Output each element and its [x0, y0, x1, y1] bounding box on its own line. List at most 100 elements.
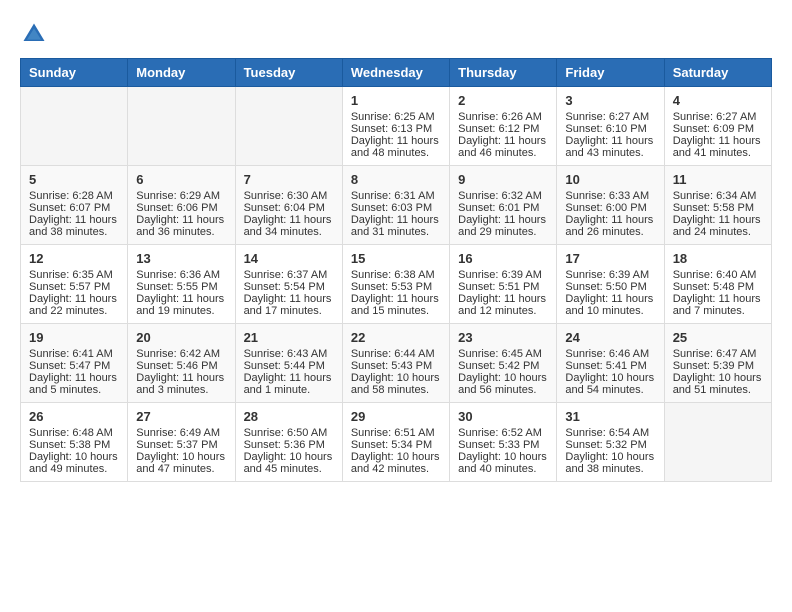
calendar-cell: 22Sunrise: 6:44 AMSunset: 5:43 PMDayligh…: [342, 324, 449, 403]
cell-text: Daylight: 11 hours and 38 minutes.: [29, 214, 119, 238]
cell-text: Sunrise: 6:33 AM: [565, 190, 655, 202]
cell-text: Daylight: 11 hours and 36 minutes.: [136, 214, 226, 238]
cell-text: Sunrise: 6:37 AM: [244, 269, 334, 281]
calendar-cell: 13Sunrise: 6:36 AMSunset: 5:55 PMDayligh…: [128, 245, 235, 324]
day-number: 1: [351, 93, 441, 108]
calendar-week-row: 26Sunrise: 6:48 AMSunset: 5:38 PMDayligh…: [21, 403, 772, 482]
day-number: 12: [29, 251, 119, 266]
day-number: 10: [565, 172, 655, 187]
cell-text: Sunrise: 6:50 AM: [244, 427, 334, 439]
calendar-cell: 3Sunrise: 6:27 AMSunset: 6:10 PMDaylight…: [557, 87, 664, 166]
calendar-cell: [664, 403, 771, 482]
cell-text: Daylight: 10 hours and 47 minutes.: [136, 451, 226, 475]
calendar-cell: 14Sunrise: 6:37 AMSunset: 5:54 PMDayligh…: [235, 245, 342, 324]
cell-text: Daylight: 11 hours and 48 minutes.: [351, 135, 441, 159]
cell-text: Daylight: 10 hours and 45 minutes.: [244, 451, 334, 475]
cell-text: Sunrise: 6:49 AM: [136, 427, 226, 439]
page-header: [20, 20, 772, 48]
calendar-cell: [21, 87, 128, 166]
cell-text: Sunset: 5:43 PM: [351, 360, 441, 372]
day-number: 17: [565, 251, 655, 266]
cell-text: Sunset: 6:13 PM: [351, 123, 441, 135]
cell-text: Sunrise: 6:31 AM: [351, 190, 441, 202]
day-number: 11: [673, 172, 763, 187]
cell-text: Sunrise: 6:41 AM: [29, 348, 119, 360]
cell-text: Daylight: 11 hours and 22 minutes.: [29, 293, 119, 317]
cell-text: Sunrise: 6:30 AM: [244, 190, 334, 202]
cell-text: Sunset: 5:51 PM: [458, 281, 548, 293]
calendar-cell: 27Sunrise: 6:49 AMSunset: 5:37 PMDayligh…: [128, 403, 235, 482]
cell-text: Sunset: 5:34 PM: [351, 439, 441, 451]
cell-text: Daylight: 10 hours and 54 minutes.: [565, 372, 655, 396]
calendar-cell: 12Sunrise: 6:35 AMSunset: 5:57 PMDayligh…: [21, 245, 128, 324]
calendar-cell: 19Sunrise: 6:41 AMSunset: 5:47 PMDayligh…: [21, 324, 128, 403]
cell-text: Sunset: 6:07 PM: [29, 202, 119, 214]
cell-text: Sunrise: 6:45 AM: [458, 348, 548, 360]
cell-text: Sunrise: 6:51 AM: [351, 427, 441, 439]
calendar-cell: 28Sunrise: 6:50 AMSunset: 5:36 PMDayligh…: [235, 403, 342, 482]
day-number: 7: [244, 172, 334, 187]
cell-text: Daylight: 10 hours and 51 minutes.: [673, 372, 763, 396]
calendar-week-row: 12Sunrise: 6:35 AMSunset: 5:57 PMDayligh…: [21, 245, 772, 324]
cell-text: Sunrise: 6:42 AM: [136, 348, 226, 360]
calendar-week-row: 1Sunrise: 6:25 AMSunset: 6:13 PMDaylight…: [21, 87, 772, 166]
cell-text: Sunrise: 6:32 AM: [458, 190, 548, 202]
cell-text: Daylight: 10 hours and 49 minutes.: [29, 451, 119, 475]
calendar-cell: 23Sunrise: 6:45 AMSunset: 5:42 PMDayligh…: [450, 324, 557, 403]
cell-text: Sunrise: 6:47 AM: [673, 348, 763, 360]
cell-text: Sunset: 5:37 PM: [136, 439, 226, 451]
cell-text: Sunset: 5:48 PM: [673, 281, 763, 293]
day-number: 15: [351, 251, 441, 266]
cell-text: Daylight: 11 hours and 3 minutes.: [136, 372, 226, 396]
calendar-cell: 25Sunrise: 6:47 AMSunset: 5:39 PMDayligh…: [664, 324, 771, 403]
cell-text: Sunset: 5:57 PM: [29, 281, 119, 293]
cell-text: Sunset: 5:32 PM: [565, 439, 655, 451]
day-number: 24: [565, 330, 655, 345]
cell-text: Sunset: 6:04 PM: [244, 202, 334, 214]
calendar-header-row: SundayMondayTuesdayWednesdayThursdayFrid…: [21, 59, 772, 87]
calendar-cell: [235, 87, 342, 166]
cell-text: Daylight: 11 hours and 31 minutes.: [351, 214, 441, 238]
calendar-cell: 30Sunrise: 6:52 AMSunset: 5:33 PMDayligh…: [450, 403, 557, 482]
cell-text: Sunset: 5:47 PM: [29, 360, 119, 372]
day-number: 3: [565, 93, 655, 108]
calendar-cell: 18Sunrise: 6:40 AMSunset: 5:48 PMDayligh…: [664, 245, 771, 324]
calendar-cell: 24Sunrise: 6:46 AMSunset: 5:41 PMDayligh…: [557, 324, 664, 403]
cell-text: Sunset: 6:00 PM: [565, 202, 655, 214]
day-header-thursday: Thursday: [450, 59, 557, 87]
calendar-cell: 1 Sunrise: 6:25 AMSunset: 6:13 PMDaylight…: [342, 87, 449, 166]
day-number: 22: [351, 330, 441, 345]
logo: [20, 20, 54, 48]
day-number: 19: [29, 330, 119, 345]
day-number: 9: [458, 172, 548, 187]
cell-text: Sunset: 6:03 PM: [351, 202, 441, 214]
calendar-cell: 10 Sunrise: 6:33 AMSunset: 6:00 PMDayligh…: [557, 166, 664, 245]
day-number: 16: [458, 251, 548, 266]
logo-icon: [20, 20, 48, 48]
calendar-cell: 26Sunrise: 6:48 AMSunset: 5:38 PMDayligh…: [21, 403, 128, 482]
calendar-cell: 2Sunrise: 6:26 AMSunset: 6:12 PMDaylight…: [450, 87, 557, 166]
day-header-saturday: Saturday: [664, 59, 771, 87]
day-number: 14: [244, 251, 334, 266]
cell-text: Sunset: 5:55 PM: [136, 281, 226, 293]
cell-text: Sunrise: 6:43 AM: [244, 348, 334, 360]
cell-text: Sunset: 5:41 PM: [565, 360, 655, 372]
day-number: 13: [136, 251, 226, 266]
day-header-monday: Monday: [128, 59, 235, 87]
cell-text: Daylight: 11 hours and 26 minutes.: [565, 214, 655, 238]
cell-text: Sunset: 5:54 PM: [244, 281, 334, 293]
cell-text: Sunset: 5:33 PM: [458, 439, 548, 451]
cell-text: Sunset: 6:01 PM: [458, 202, 548, 214]
cell-text: Sunset: 5:46 PM: [136, 360, 226, 372]
cell-text: Sunrise: 6:25 AM: [351, 111, 441, 123]
cell-text: Daylight: 11 hours and 43 minutes.: [565, 135, 655, 159]
cell-text: Sunrise: 6:52 AM: [458, 427, 548, 439]
cell-text: Daylight: 11 hours and 46 minutes.: [458, 135, 548, 159]
cell-text: Sunrise: 6:34 AM: [673, 190, 763, 202]
cell-text: Sunset: 5:39 PM: [673, 360, 763, 372]
cell-text: Sunset: 5:53 PM: [351, 281, 441, 293]
cell-text: Daylight: 11 hours and 34 minutes.: [244, 214, 334, 238]
cell-text: Sunrise: 6:28 AM: [29, 190, 119, 202]
day-number: 18: [673, 251, 763, 266]
cell-text: Daylight: 11 hours and 10 minutes.: [565, 293, 655, 317]
